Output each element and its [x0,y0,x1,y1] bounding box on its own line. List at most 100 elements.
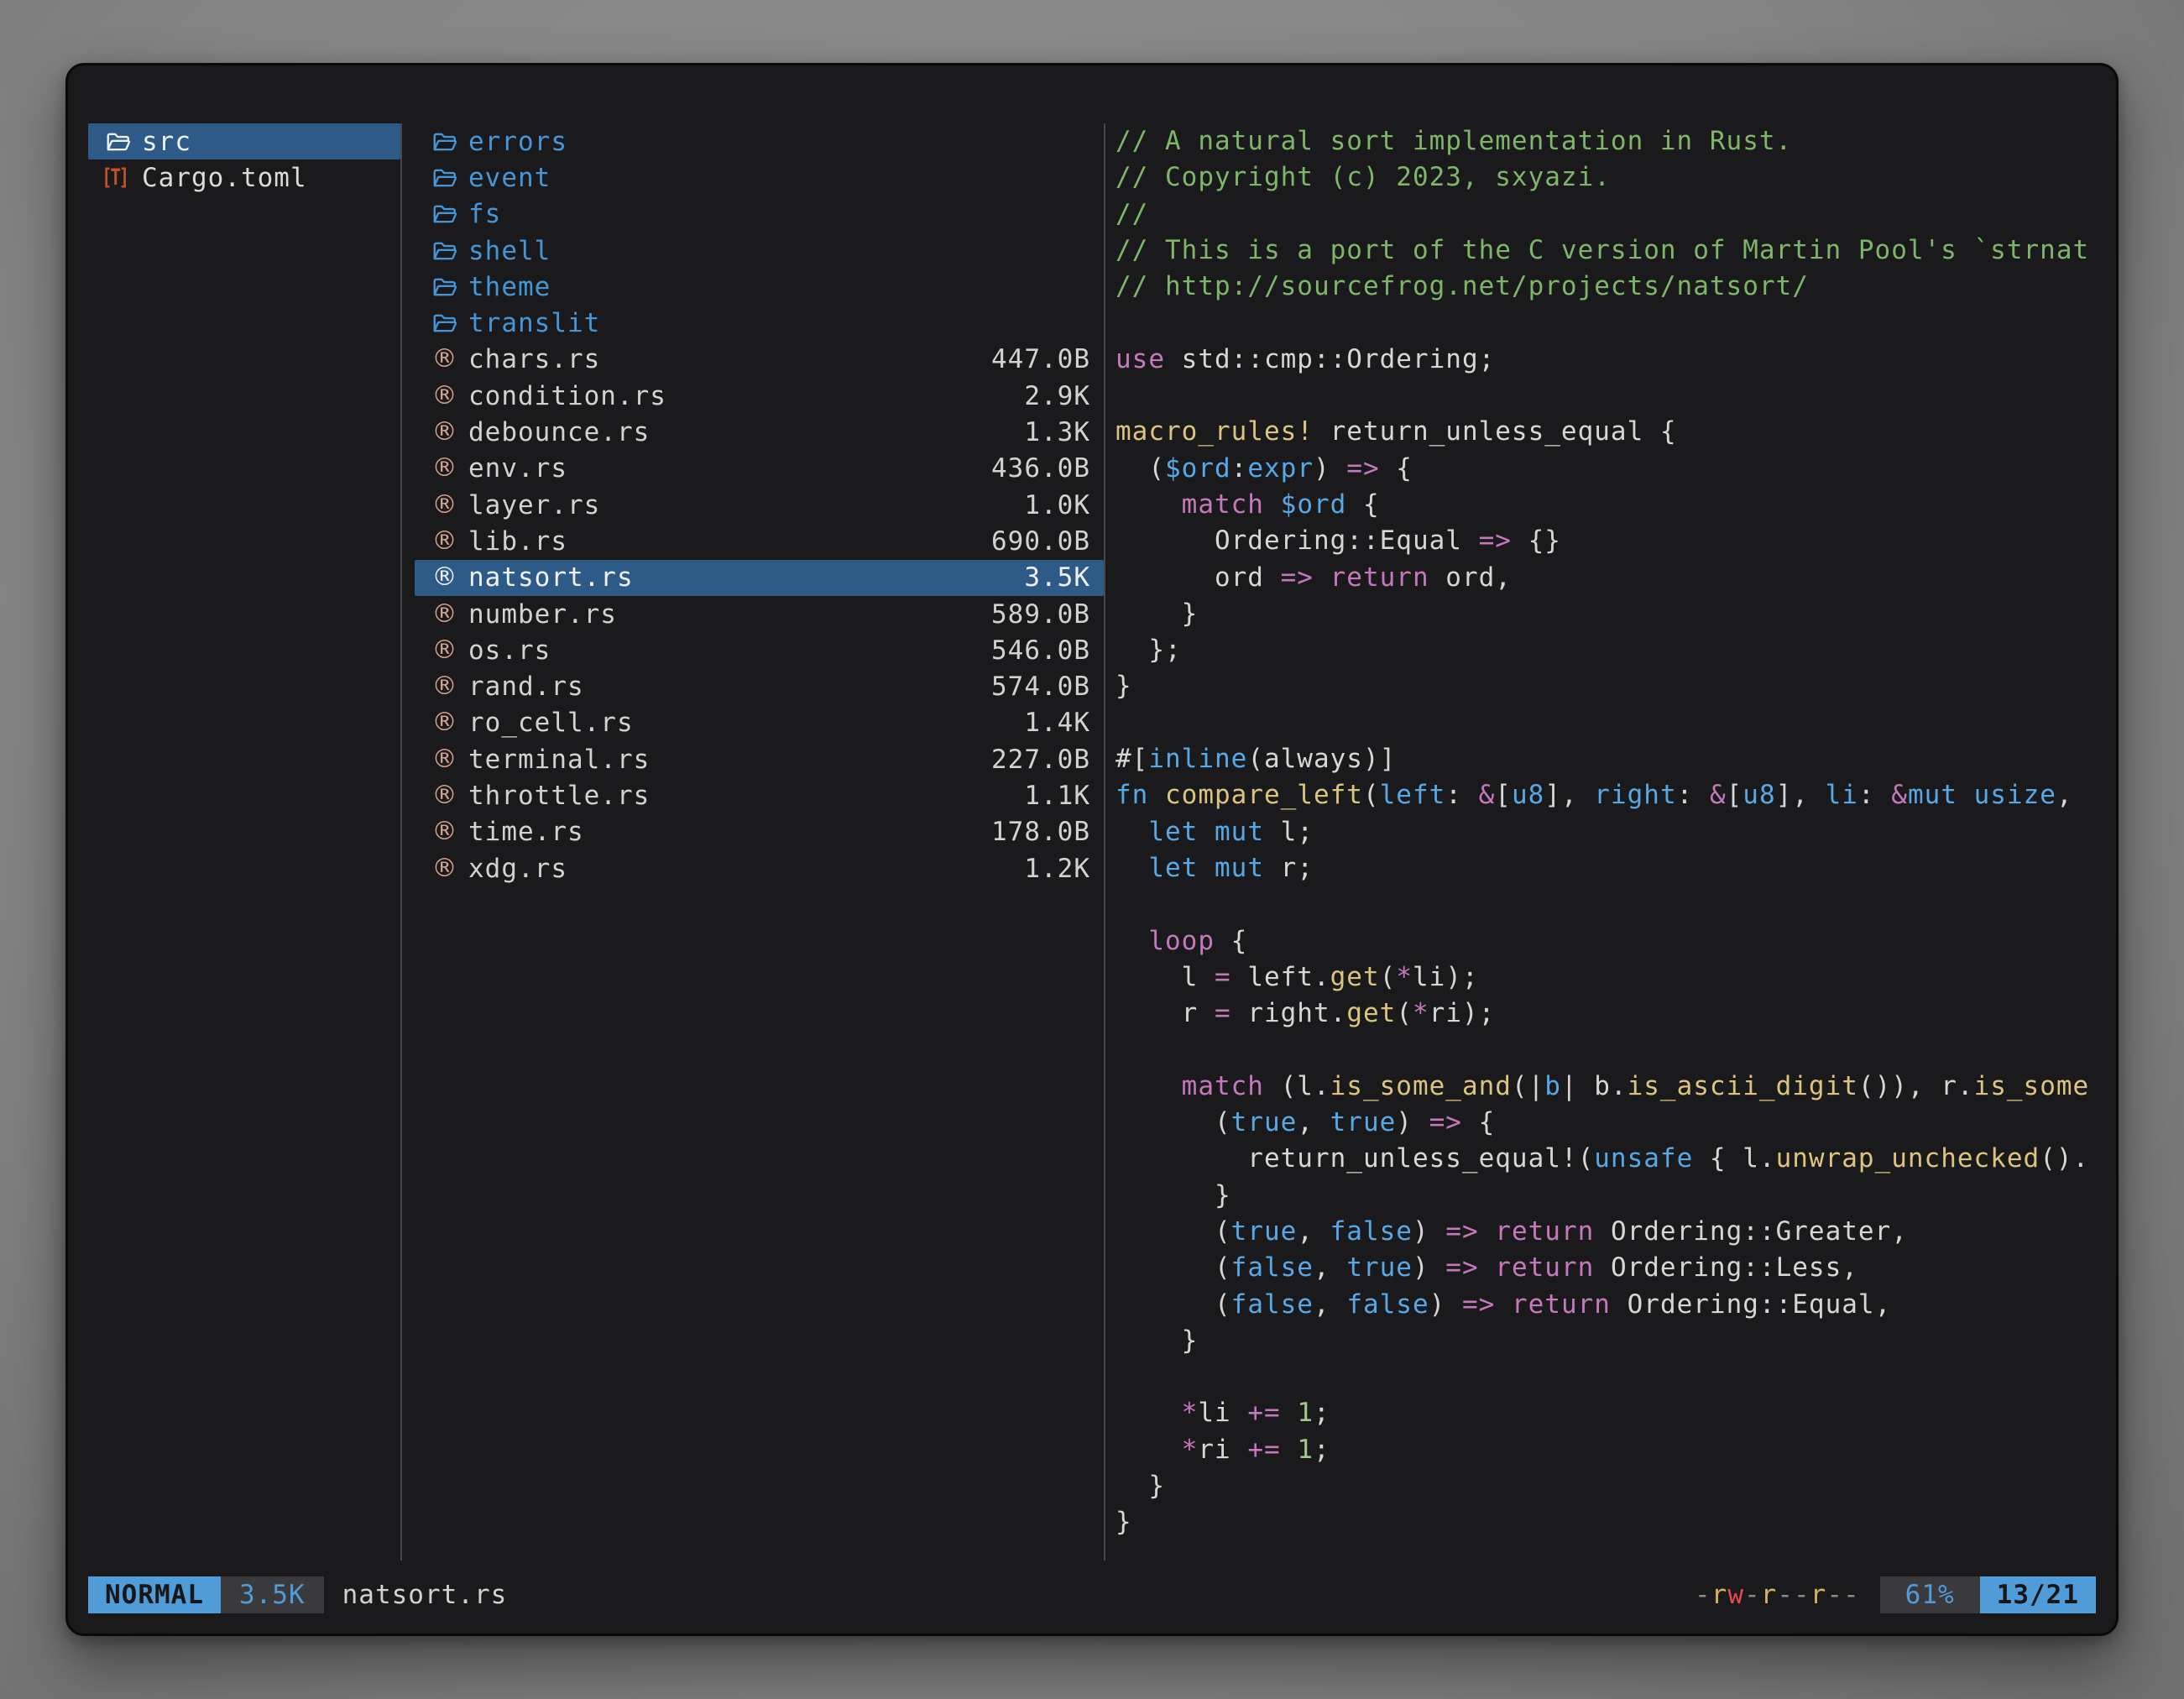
toml-file-icon: [T] [105,164,132,192]
file-row-xdg-rs[interactable]: ®xdg.rs1.2K [415,850,1104,886]
file-row-lib-rs[interactable]: ®lib.rs690.0B [415,523,1104,559]
file-name: event [468,163,551,193]
rust-file-icon: ® [431,600,458,629]
parent-pane: src [T] Cargo.toml [88,123,400,196]
rust-file-icon: ® [431,745,458,774]
file-size: 1.0K [1014,490,1090,520]
file-name: chars.rs [468,344,600,374]
file-name: os.rs [468,635,551,666]
code-line: } [1116,1178,2104,1214]
terminal-window: src [T] Cargo.toml errors event fs shell t… [65,63,2119,1636]
rust-file-icon: ® [431,855,458,883]
file-name: theme [468,272,551,302]
code-line: *li += 1; [1116,1395,2104,1431]
code-line: } [1116,1504,2104,1540]
code-line: // This is a port of the C version of Ma… [1116,233,2104,269]
code-line: macro_rules! return_unless_equal { [1116,414,2104,450]
file-row-debounce-rs[interactable]: ®debounce.rs1.3K [415,414,1104,450]
code-line: r = right.get(*ri); [1116,996,2104,1032]
file-row-cargo-toml[interactable]: [T] Cargo.toml [88,159,400,196]
folder-icon [431,237,458,265]
code-line: #[inline(always)] [1116,741,2104,777]
file-row-shell[interactable]: shell [415,233,1104,269]
rust-file-icon: ® [431,345,458,374]
code-line: } [1116,596,2104,632]
file-name: throttle.rs [468,781,650,811]
file-row-rand-rs[interactable]: ®rand.rs574.0B [415,668,1104,704]
file-row-translit[interactable]: translit [415,305,1104,341]
code-line: let mut l; [1116,814,2104,850]
file-row-throttle-rs[interactable]: ®throttle.rs1.1K [415,777,1104,813]
file-row-time-rs[interactable]: ®time.rs178.0B [415,814,1104,850]
file-row-number-rs[interactable]: ®number.rs589.0B [415,596,1104,632]
code-line: ($ord:expr) => { [1116,451,2104,487]
code-line: (false, false) => return Ordering::Equal… [1116,1287,2104,1323]
code-line: (false, true) => return Ordering::Less, [1116,1250,2104,1286]
status-filename: natsort.rs [342,1576,508,1613]
file-size: 1.4K [1014,708,1090,738]
file-name: env.rs [468,453,567,484]
folder-icon [431,200,458,228]
file-size: 3.5K [1014,562,1090,593]
file-size: 447.0B [981,344,1090,374]
preview-pane[interactable]: // A natural sort implementation in Rust… [1116,123,2104,1541]
file-name: errors [468,127,567,157]
code-line: Ordering::Equal => {} [1116,523,2104,559]
scroll-percent-badge: 61% [1880,1576,1980,1613]
file-name: lib.rs [468,526,567,557]
code-line: } [1116,668,2104,704]
code-line: (true, false) => return Ordering::Greate… [1116,1214,2104,1250]
code-line [1116,378,2104,414]
file-name: terminal.rs [468,745,650,775]
file-row-theme[interactable]: theme [415,269,1104,305]
code-line: // http://sourcefrog.net/projects/natsor… [1116,269,2104,305]
file-name: Cargo.toml [142,163,307,193]
file-row-src[interactable]: src [88,123,400,159]
code-line: fn compare_left(left: &[u8], right: &[u8… [1116,777,2104,813]
rust-file-icon: ® [431,454,458,483]
file-row-natsort-rs[interactable]: ®natsort.rs3.5K [415,560,1104,596]
rust-file-icon: ® [431,491,458,520]
file-size: 589.0B [981,599,1090,630]
file-name: time.rs [468,817,584,847]
file-row-layer-rs[interactable]: ®layer.rs1.0K [415,487,1104,523]
file-name: translit [468,308,600,338]
file-row-errors[interactable]: errors [415,123,1104,159]
rust-file-icon: ® [431,382,458,410]
file-size: 546.0B [981,635,1090,666]
code-line: l = left.get(*li); [1116,959,2104,996]
file-row-ro-cell-rs[interactable]: ®ro_cell.rs1.4K [415,705,1104,741]
code-line [1116,305,2104,341]
file-row-condition-rs[interactable]: ®condition.rs2.9K [415,378,1104,414]
code-line [1116,886,2104,923]
folder-icon [105,128,132,156]
rust-file-icon: ® [431,418,458,447]
folder-icon [431,164,458,192]
code-line: (true, true) => { [1116,1105,2104,1141]
current-pane: errors event fs shell theme translit ® cha… [415,123,1104,886]
code-line: match (l.is_some_and(|b| b.is_ascii_digi… [1116,1069,2104,1105]
file-size: 1.3K [1014,417,1090,447]
rust-file-icon: ® [431,672,458,701]
file-row-os-rs[interactable]: ®os.rs546.0B [415,632,1104,668]
file-row-event[interactable]: event [415,159,1104,196]
rust-file-icon: ® [431,563,458,592]
file-name: rand.rs [468,672,584,702]
file-name: condition.rs [468,381,666,411]
code-line: ord => return ord, [1116,560,2104,596]
code-line: }; [1116,632,2104,668]
code-line [1116,705,2104,741]
file-size-badge: 3.5K [221,1576,324,1613]
code-line: } [1116,1468,2104,1504]
file-name: ro_cell.rs [468,708,634,738]
code-line: use std::cmp::Ordering; [1116,342,2104,378]
file-row-chars-rs[interactable]: ® chars.rs 447.0B [415,342,1104,378]
file-row-terminal-rs[interactable]: ®terminal.rs227.0B [415,741,1104,777]
file-row-fs[interactable]: fs [415,196,1104,233]
rust-file-icon: ® [431,527,458,556]
file-row-env-rs[interactable]: ®env.rs436.0B [415,451,1104,487]
code-line: match $ord { [1116,487,2104,523]
file-size: 1.2K [1014,854,1090,884]
code-line: loop { [1116,923,2104,959]
cursor-position-badge: 13/21 [1980,1576,2096,1613]
